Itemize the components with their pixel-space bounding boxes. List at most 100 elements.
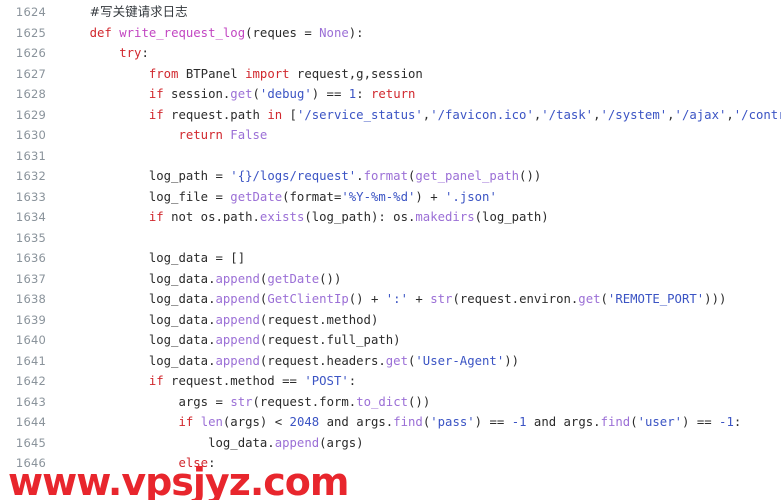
code-token-kw: in — [267, 107, 283, 122]
code-line[interactable]: 1625 def write_request_log(reques = None… — [0, 23, 781, 44]
code-token-plain: log_data. — [148, 292, 216, 306]
code-line[interactable]: 1641 log_data.append(request.headers.get… — [0, 351, 781, 372]
code-token-op: = — [215, 394, 223, 409]
code-line[interactable]: 1636 log_data = [] — [0, 248, 781, 269]
code-line[interactable]: 1640 log_data.append(request.full_path) — [0, 330, 781, 351]
line-content[interactable]: else: — [46, 453, 781, 474]
line-number: 1625 — [15, 25, 46, 40]
code-token-plain: ) == — [682, 415, 720, 429]
code-token-call: append — [215, 292, 260, 306]
line-content[interactable]: log_path = '{}/logs/request'.format(get_… — [46, 166, 781, 187]
code-token-plain: () + — [348, 292, 386, 306]
code-token-plain: (format= — [282, 189, 342, 204]
line-content[interactable]: #写关键请求日志 — [46, 2, 781, 23]
code-token-str: '%Y-%m-%d' — [341, 189, 416, 204]
code-lines-container[interactable]: 1624 #写关键请求日志 1625 def write_request_log(… — [0, 0, 781, 474]
code-line[interactable]: 1624 #写关键请求日志 — [0, 2, 781, 23]
code-token-call: get — [230, 87, 253, 101]
code-token-call: format — [363, 169, 408, 183]
code-token-kw: try — [119, 46, 142, 60]
line-number: 1640 — [15, 333, 46, 347]
line-number: 1638 — [15, 292, 46, 306]
code-line[interactable]: 1630 return False — [0, 125, 781, 146]
code-token-num: 2048 — [289, 415, 320, 429]
line-number: 1646 — [15, 456, 46, 470]
code-line[interactable]: 1629 if request.path in ['/service_statu… — [0, 105, 781, 126]
code-token-plain: log_data. — [208, 435, 275, 450]
line-content[interactable]: log_data.append(args) — [46, 433, 781, 454]
code-token-plain: (request.headers. — [259, 353, 386, 368]
code-token-str: 'User-Agent' — [415, 353, 505, 368]
code-line[interactable]: 1633 log_file = getDate(format='%Y-%m-%d… — [0, 187, 781, 208]
code-line[interactable]: 1637 log_data.append(getDate()) — [0, 269, 781, 290]
line-content[interactable]: if len(args) < 2048 and args.find('pass'… — [46, 412, 781, 433]
line-content[interactable]: if not os.path.exists(log_path): os.make… — [46, 207, 781, 228]
line-content[interactable]: log_data.append(request.headers.get('Use… — [46, 351, 781, 372]
line-content[interactable]: args = str(request.form.to_dict()) — [46, 392, 781, 413]
line-content[interactable]: log_data.append(getDate()) — [46, 269, 781, 290]
code-line[interactable]: 1639 log_data.append(request.method) — [0, 310, 781, 331]
code-token-plain: log_file — [148, 189, 216, 204]
code-token-plain: not — [171, 210, 194, 224]
code-token-str: '.json' — [445, 189, 497, 204]
line-content[interactable]: try: — [46, 43, 781, 64]
code-token-call: getDate — [230, 189, 283, 204]
code-token-call: append — [215, 333, 260, 347]
code-token-call: get_panel_path — [415, 169, 520, 183]
code-token-plain: [ — [282, 107, 297, 122]
line-content[interactable]: from BTPanel import request,g,session — [46, 64, 781, 85]
code-token-plain: and args. — [319, 415, 394, 429]
line-content[interactable]: log_data.append(request.method) — [46, 310, 781, 331]
code-line[interactable]: 1642 if request.method == 'POST': — [0, 371, 781, 392]
line-number: 1632 — [15, 169, 46, 183]
code-line[interactable]: 1644 if len(args) < 2048 and args.find('… — [0, 412, 781, 433]
code-line[interactable]: 1643 args = str(request.form.to_dict()) — [0, 392, 781, 413]
code-token-plain: (args) < — [222, 415, 290, 429]
code-token-kw: if — [148, 210, 164, 224]
line-content[interactable]: def write_request_log(reques = None): — [46, 23, 781, 44]
code-line[interactable]: 1638 log_data.append (GetClientIp() + ':'… — [0, 289, 781, 310]
code-token-const: False — [230, 128, 268, 142]
code-line[interactable]: 1626 try: — [0, 43, 781, 64]
line-content[interactable]: log_file = getDate(format='%Y-%m-%d') + … — [46, 187, 781, 208]
code-token-kw: import — [245, 66, 290, 81]
code-token-plain: log_data. — [148, 333, 216, 347]
code-token-plain: , — [726, 107, 734, 122]
code-token-plain: [] — [222, 251, 246, 265]
code-token-str: '/system' — [600, 107, 668, 122]
code-token-plain: : — [356, 87, 371, 101]
code-line[interactable]: 1631 — [0, 146, 781, 167]
code-token-plain: , — [593, 107, 601, 122]
code-line[interactable]: 1627 from BTPanel import request,g,sessi… — [0, 64, 781, 85]
code-line[interactable]: 1645 log_data.append(args) — [0, 433, 781, 454]
code-line[interactable]: 1632 log_path = '{}/logs/request'.format… — [0, 166, 781, 187]
code-token-plain: ): — [348, 25, 364, 40]
line-content[interactable]: log_data = [] — [46, 248, 781, 269]
code-token-call: get — [578, 292, 601, 306]
code-token-call: find — [393, 415, 423, 429]
code-token-plain: , — [667, 107, 675, 122]
line-content[interactable]: if request.method == 'POST': — [46, 371, 781, 392]
code-token-call: str — [430, 292, 453, 306]
line-content[interactable]: log_data.append(request.full_path) — [46, 330, 781, 351]
line-content[interactable]: log_data.append (GetClientIp() + ':' + st… — [46, 289, 781, 310]
code-token-str: 'pass' — [430, 415, 475, 429]
line-content[interactable]: if request.path in ['/service_status','/… — [46, 105, 781, 126]
code-line[interactable]: 1628 if session.get('debug') == 1: retur… — [0, 84, 781, 105]
code-line[interactable]: 1635 — [0, 228, 781, 249]
code-line[interactable]: 1634 if not os.path.exists(log_path): os… — [0, 207, 781, 228]
line-number: 1624 — [15, 5, 46, 19]
line-content[interactable]: return False — [46, 125, 781, 146]
code-token-plain: ()) — [408, 394, 431, 409]
code-line[interactable]: 1646 else: — [0, 453, 781, 474]
code-token-plain: and args. — [526, 415, 601, 429]
line-content[interactable]: if session.get('debug') == 1: return — [46, 84, 781, 105]
code-editor[interactable]: 1624 #写关键请求日志 1625 def write_request_log(… — [0, 0, 781, 500]
